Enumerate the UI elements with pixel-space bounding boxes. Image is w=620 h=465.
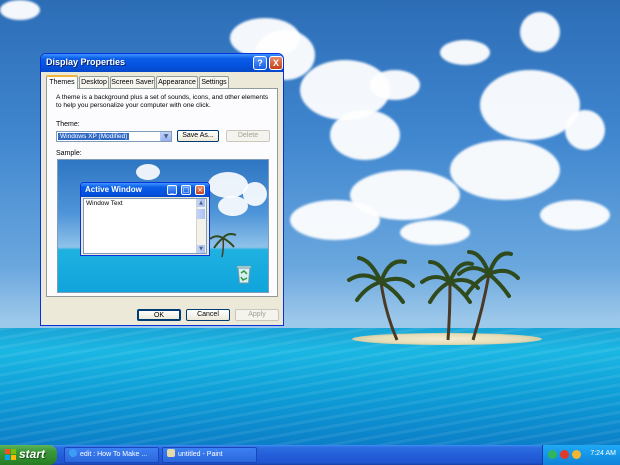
cloud (520, 12, 560, 52)
taskbar: start edit : How To Make ... untitled - … (0, 445, 620, 465)
chevron-up-icon: ▲ (197, 199, 205, 207)
themes-description: A theme is a background plus a set of so… (56, 94, 269, 109)
cloud (0, 0, 40, 20)
cloud (400, 220, 470, 245)
cancel-button[interactable]: Cancel (186, 309, 230, 321)
theme-label: Theme: (56, 121, 80, 128)
cloud (208, 172, 248, 198)
palm-tree-icon (209, 233, 237, 258)
cloud (136, 164, 160, 180)
help-button[interactable]: ? (253, 56, 267, 70)
theme-dropdown-value: Windows XP (Modified) (58, 133, 130, 140)
cloud (540, 200, 610, 230)
taskbar-item-browser[interactable]: edit : How To Make ... (64, 447, 159, 463)
clock: 7:24 AM (590, 450, 616, 457)
delete-button[interactable]: Delete (226, 130, 270, 142)
dialog-titlebar[interactable]: Display Properties ? X (41, 54, 283, 72)
save-as-button[interactable]: Save As... (177, 130, 219, 142)
cloud (243, 182, 267, 206)
ok-button[interactable]: OK (137, 309, 181, 321)
sample-scrollbar: ▲ ▼ (196, 199, 206, 253)
cloud (370, 70, 420, 100)
palm-tree-icon (457, 250, 520, 341)
taskbar-item-label: edit : How To Make ... (80, 451, 148, 458)
network-icon[interactable] (548, 450, 557, 459)
sample-label: Sample: (56, 150, 82, 157)
cloud (440, 40, 490, 65)
start-label: start (19, 447, 46, 461)
cloud (450, 140, 560, 200)
close-button[interactable]: X (269, 56, 283, 70)
sample-window-body: Window Text ▲ ▼ (83, 198, 207, 254)
cloud (565, 110, 605, 150)
start-button[interactable]: start (0, 445, 57, 465)
sample-window-text: Window Text (86, 200, 123, 207)
tab-appearance[interactable]: Appearance (156, 76, 198, 88)
sample-active-window: Active Window _ □ × Window Text ▲ ▼ (80, 182, 210, 256)
minimize-icon: _ (167, 185, 177, 195)
theme-dropdown[interactable]: Windows XP (Modified) ▼ (56, 131, 172, 142)
taskbar-item-label: untitled - Paint (178, 451, 223, 458)
volume-icon[interactable] (572, 450, 581, 459)
sample-window-titlebar: Active Window _ □ × (81, 183, 209, 197)
tab-settings[interactable]: Settings (199, 76, 229, 88)
display-properties-dialog: Display Properties ? X Themes Desktop Sc… (40, 53, 284, 326)
theme-sample-preview: Active Window _ □ × Window Text ▲ ▼ (57, 159, 269, 293)
maximize-icon: □ (181, 185, 191, 195)
sample-window-title: Active Window (85, 185, 142, 194)
apply-button[interactable]: Apply (235, 309, 279, 321)
cloud (330, 110, 400, 160)
tab-themes[interactable]: Themes (46, 75, 78, 89)
security-shield-icon[interactable] (560, 450, 569, 459)
themes-panel: A theme is a background plus a set of so… (46, 88, 278, 297)
internet-explorer-icon (69, 449, 77, 457)
ocean (0, 328, 620, 445)
tab-desktop[interactable]: Desktop (79, 76, 109, 88)
tab-screen-saver[interactable]: Screen Saver (110, 76, 155, 88)
windows-logo-icon (5, 449, 16, 460)
dialog-title: Display Properties (46, 57, 126, 67)
scroll-thumb (197, 209, 205, 219)
chevron-down-icon: ▼ (197, 245, 205, 253)
paint-icon (167, 449, 175, 457)
cloud (290, 200, 380, 240)
close-icon: × (195, 185, 205, 195)
palm-tree-icon (347, 256, 415, 341)
system-tray: 7:24 AM (542, 445, 620, 465)
chevron-down-icon[interactable]: ▼ (160, 132, 171, 141)
taskbar-item-paint[interactable]: untitled - Paint (162, 447, 257, 463)
recycle-bin-icon (236, 265, 252, 284)
